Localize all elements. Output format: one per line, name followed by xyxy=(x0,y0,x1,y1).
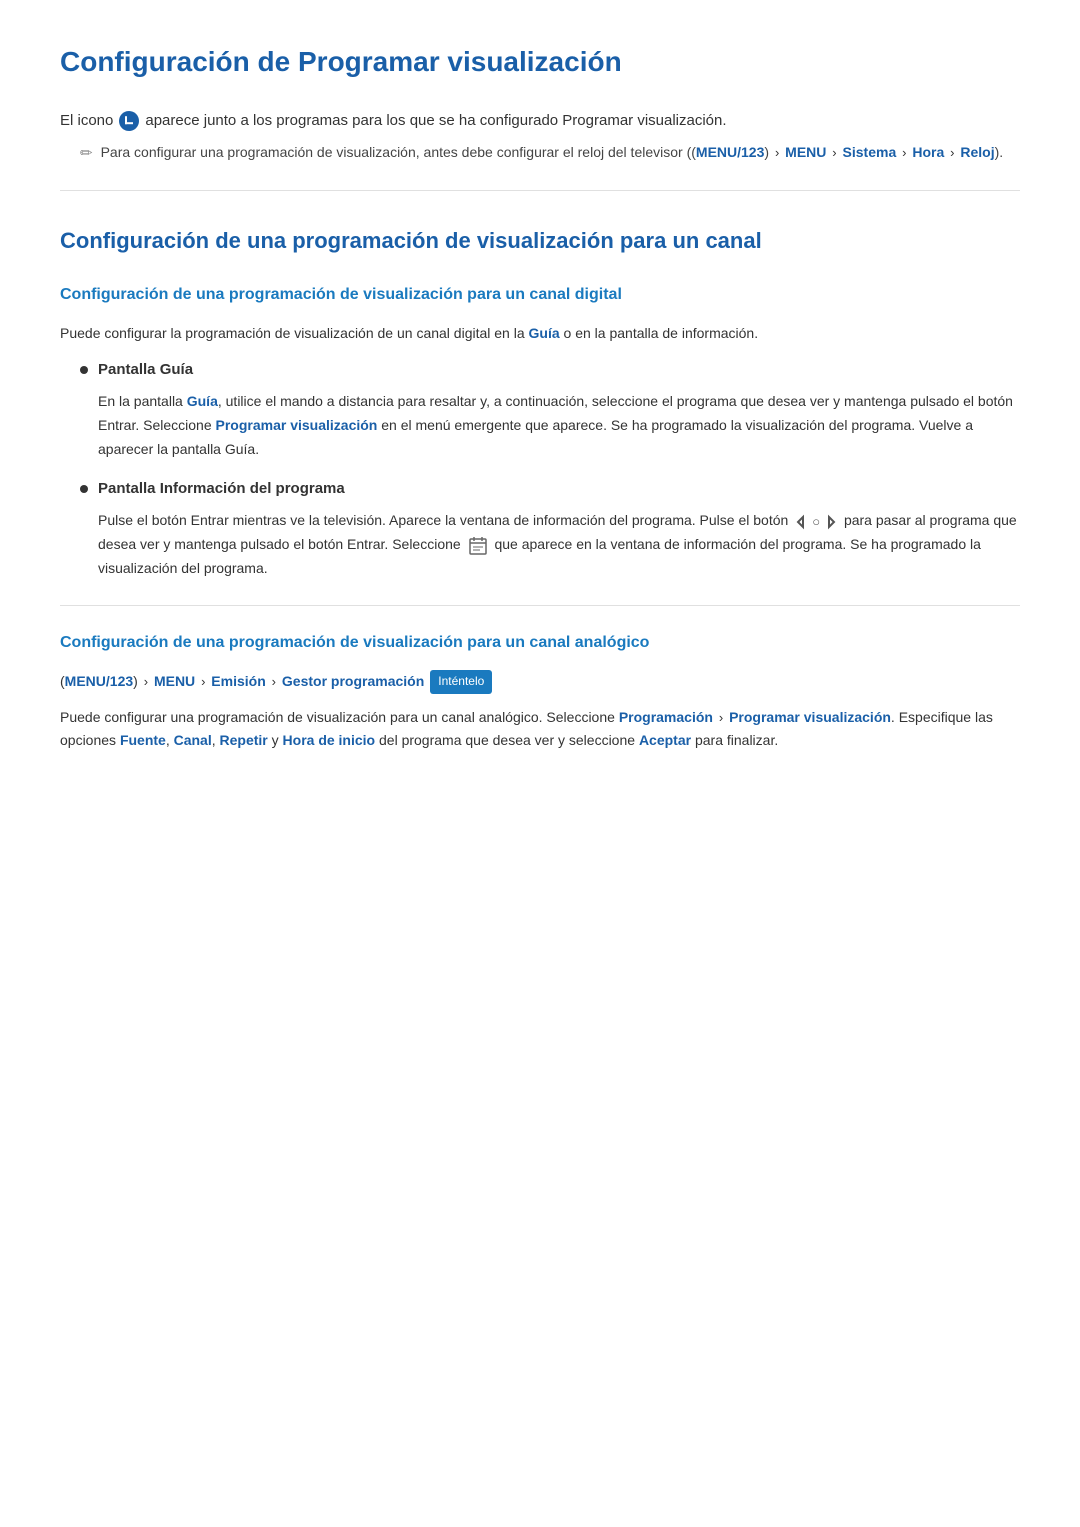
intro-text-after: aparece junto a los programas para los q… xyxy=(145,109,726,133)
note-text: Para configurar una programación de visu… xyxy=(101,141,1004,164)
aceptar-link[interactable]: Aceptar xyxy=(639,732,691,748)
section1-title: Configuración de una programación de vis… xyxy=(60,223,1020,258)
intro-line: El icono aparece junto a los programas p… xyxy=(60,109,1020,133)
sistema-link[interactable]: Sistema xyxy=(839,144,897,160)
prog-vis-link-1[interactable]: Programar visualización xyxy=(216,417,378,433)
prog-vis-link-2[interactable]: Programar visualización xyxy=(729,709,891,725)
emision-breadcrumb[interactable]: Emisión xyxy=(211,673,265,689)
subsection1-intro: Puede configurar la programación de visu… xyxy=(60,322,1020,344)
bullet-dot-2 xyxy=(80,485,88,493)
hora-link[interactable]: Hora xyxy=(912,144,944,160)
reloj-link[interactable]: Reloj xyxy=(960,144,994,160)
bullet-dot-1 xyxy=(80,366,88,374)
bullet-content-guia: Pantalla Guía En la pantalla Guía, utili… xyxy=(98,358,1020,461)
guia-link-1[interactable]: Guía xyxy=(529,325,560,341)
nav-breadcrumb: (MENU/123) › MENU › Emisión › Gestor pro… xyxy=(60,670,1020,694)
intro-section: El icono aparece junto a los programas p… xyxy=(60,109,1020,166)
section-divider-2 xyxy=(60,605,1020,606)
arrow3: › xyxy=(902,145,906,160)
repetir-link[interactable]: Repetir xyxy=(220,732,268,748)
programacion-link[interactable]: Programación xyxy=(619,709,713,725)
guia-link-2[interactable]: Guía xyxy=(187,393,218,409)
try-badge[interactable]: Inténtelo xyxy=(430,670,492,693)
prog-arrow: › xyxy=(719,710,723,725)
hora-inicio-link[interactable]: Hora de inicio xyxy=(283,732,376,748)
bullet-title-guia: Pantalla Guía xyxy=(98,358,1020,382)
calendar-schedule-icon xyxy=(468,536,488,556)
bc-arrow3: › xyxy=(272,674,276,689)
arrow1: › xyxy=(775,145,779,160)
section-divider xyxy=(60,190,1020,191)
menu123-breadcrumb[interactable]: MENU/123 xyxy=(65,673,133,689)
subsection2-text: Puede configurar una programación de vis… xyxy=(60,706,1020,754)
bullet-title-info: Pantalla Información del programa xyxy=(98,477,1020,501)
clock-icon xyxy=(119,111,139,131)
bullet-section-digital: Pantalla Guía En la pantalla Guía, utili… xyxy=(80,358,1020,581)
bullet-item-guia: Pantalla Guía En la pantalla Guía, utili… xyxy=(80,358,1020,461)
subsection1-title: Configuración de una programación de vis… xyxy=(60,282,1020,308)
page-title: Configuración de Programar visualización xyxy=(60,40,1020,85)
circle-icon: ○ xyxy=(812,511,820,533)
chevron-left-icon xyxy=(792,513,810,531)
note-line: ✏ Para configurar una programación de vi… xyxy=(60,141,1020,166)
gestor-breadcrumb[interactable]: Gestor programación xyxy=(282,673,424,689)
pencil-icon: ✏ xyxy=(80,142,93,166)
chevron-right-icon xyxy=(822,513,840,531)
subsection2-title: Configuración de una programación de vis… xyxy=(60,630,1020,656)
arrow4: › xyxy=(950,145,954,160)
intro-text-before: El icono xyxy=(60,109,113,133)
canal-link[interactable]: Canal xyxy=(174,732,212,748)
menu123-link[interactable]: MENU/123 xyxy=(696,144,764,160)
bullet-text-guia: En la pantalla Guía, utilice el mando a … xyxy=(98,390,1020,461)
bullet-item-info: Pantalla Información del programa Pulse … xyxy=(80,477,1020,581)
bc-arrow2: › xyxy=(201,674,205,689)
fuente-link[interactable]: Fuente xyxy=(120,732,166,748)
menu-breadcrumb[interactable]: MENU xyxy=(154,673,195,689)
menu-link[interactable]: MENU xyxy=(781,144,826,160)
bullet-content-info: Pantalla Información del programa Pulse … xyxy=(98,477,1020,581)
bc-arrow1: › xyxy=(144,674,148,689)
bullet-text-info: Pulse el botón Entrar mientras ve la tel… xyxy=(98,509,1020,581)
arrow2: › xyxy=(832,145,836,160)
